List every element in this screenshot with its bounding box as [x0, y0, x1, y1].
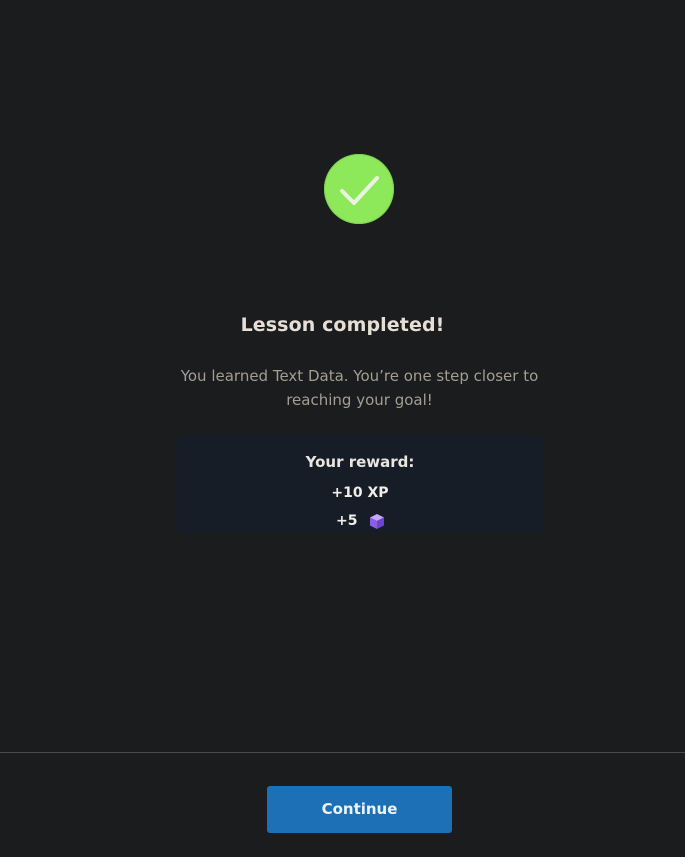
reward-label: Your reward:	[305, 453, 415, 471]
success-badge	[324, 154, 394, 224]
gem-icon	[369, 513, 385, 530]
checkmark-icon	[340, 176, 379, 205]
lesson-completed-title: Lesson completed!	[240, 314, 445, 336]
reward-gems: +5	[336, 512, 385, 530]
footer-divider	[0, 752, 685, 753]
reward-gems-value: +5	[336, 513, 358, 529]
continue-button[interactable]: Continue	[267, 786, 452, 833]
completion-message: You learned Text Data. You’re one step c…	[180, 367, 539, 409]
reward-xp: +10 XP	[331, 485, 389, 501]
reward-panel: Your reward: +10 XP +5	[176, 435, 544, 534]
